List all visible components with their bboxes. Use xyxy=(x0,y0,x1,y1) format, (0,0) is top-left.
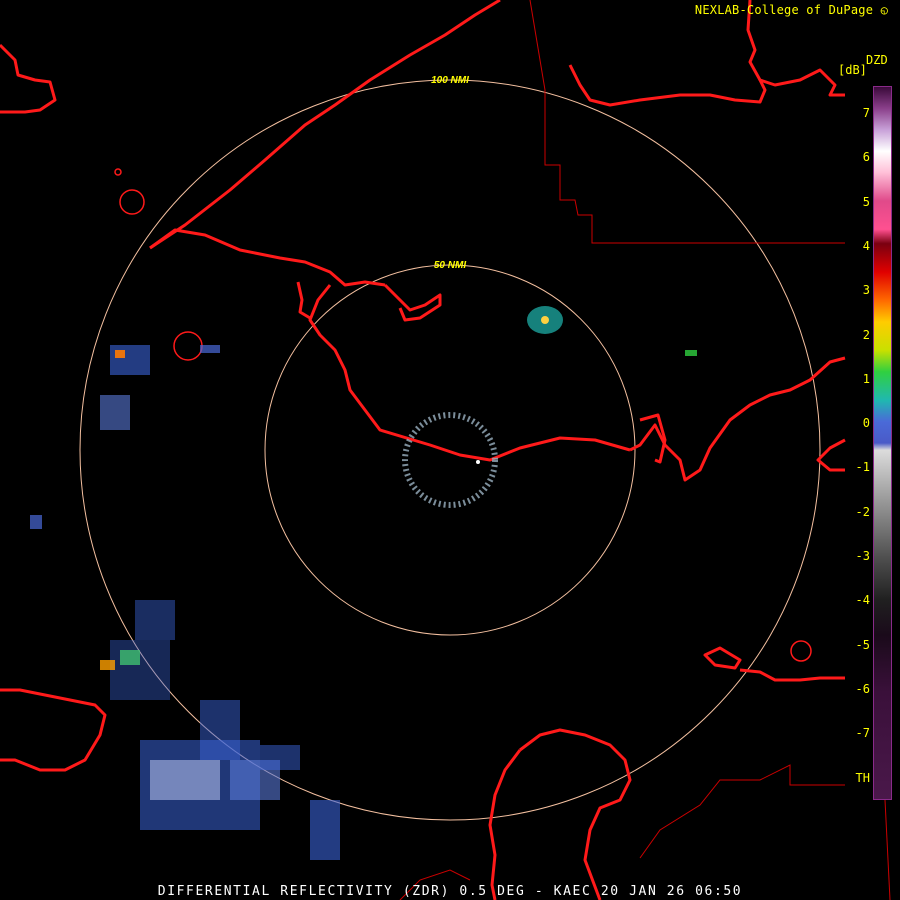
echo-cells-west xyxy=(30,345,220,529)
colorbar-tick: 6 xyxy=(862,150,870,165)
range-ring-label-50: 50 NMI xyxy=(434,260,466,271)
colorbar-tick: 3 xyxy=(862,283,870,298)
product-caption: DIFFERENTIAL REFLECTIVITY (ZDR) 0.5 DEG … xyxy=(157,884,743,899)
colorbar-tick: -4 xyxy=(855,593,870,608)
radar-map[interactable]: 50 NMI 100 NMI xyxy=(0,0,900,900)
colorbar-tick: 1 xyxy=(862,371,870,386)
colorbar-tick: -3 xyxy=(855,549,870,563)
colorbar-tick: TH xyxy=(855,770,870,785)
range-ring-label-100: 100 NMI xyxy=(431,75,469,86)
echo-ground-clutter xyxy=(402,306,697,508)
colorbar-tick: 4 xyxy=(862,238,870,253)
echo-swath-southwest xyxy=(100,600,340,860)
radar-site-marker xyxy=(476,460,480,464)
colorbar-product: DZD xyxy=(866,53,888,67)
colorbar xyxy=(873,86,892,800)
nexlab-credit: NEXLAB-College of DuPage ◵ xyxy=(695,3,888,17)
colorbar-tick: -2 xyxy=(855,504,870,519)
colorbar-tick: 7 xyxy=(862,106,870,120)
colorbar-unit: [dB] xyxy=(838,63,867,77)
coastlines xyxy=(0,0,846,900)
colorbar-tick: 0 xyxy=(862,416,870,431)
colorbar-tick: -7 xyxy=(855,726,870,741)
nexlab-logo-icon: ◵ xyxy=(880,3,888,17)
colorbar-tick: 2 xyxy=(862,327,870,342)
colorbar-tick: -6 xyxy=(855,681,870,696)
credit-text: NEXLAB-College of DuPage xyxy=(694,3,874,17)
colorbar-tick: -1 xyxy=(855,460,870,475)
colorbar-tick: 5 xyxy=(862,194,870,209)
range-ring-50 xyxy=(264,264,636,636)
colorbar-tick: -5 xyxy=(855,637,870,652)
